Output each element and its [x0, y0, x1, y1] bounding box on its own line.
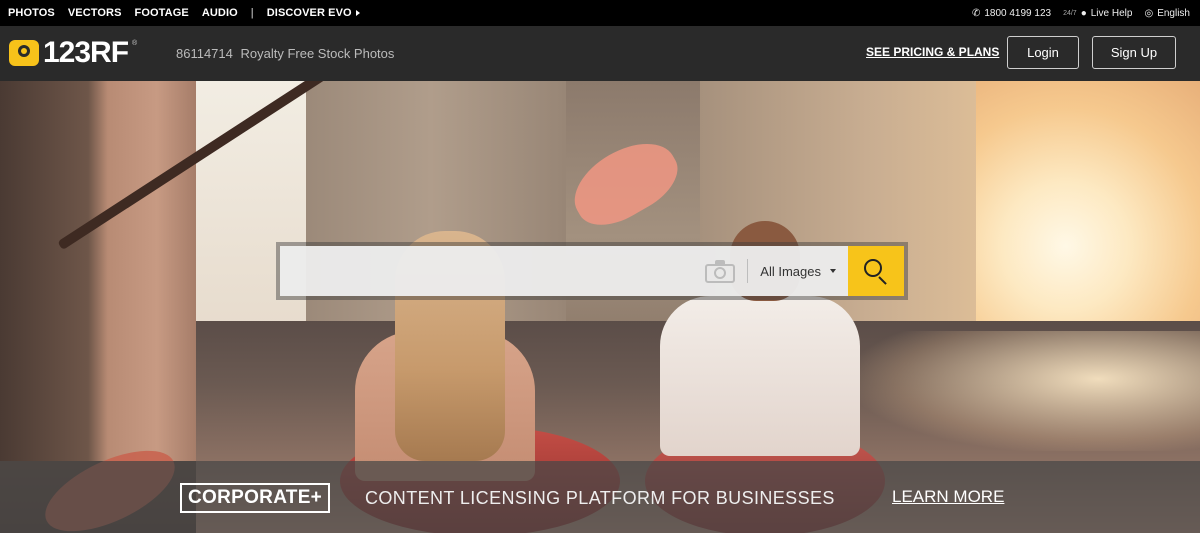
- discover-evo-label: DISCOVER EVO: [266, 7, 352, 19]
- nav-separator: |: [250, 7, 254, 19]
- page-bottom-strip: [0, 533, 1200, 542]
- nav-photos[interactable]: PHOTOS: [8, 7, 55, 19]
- phone-number: 1800 4199 123: [984, 7, 1052, 19]
- caret-down-icon: [830, 269, 836, 273]
- top-utility-bar: PHOTOS VECTORS FOOTAGE AUDIO | DISCOVER …: [0, 0, 1200, 26]
- concrete-pillar: [0, 81, 196, 461]
- camera-icon[interactable]: [705, 259, 736, 283]
- chevron-right-icon: [355, 10, 360, 16]
- stock-count: 86114714: [176, 46, 233, 61]
- globe-icon: ◎: [1144, 7, 1154, 19]
- phone-contact[interactable]: ✆ 1800 4199 123: [972, 8, 1051, 19]
- category-label: All Images: [760, 263, 821, 279]
- nav-vectors[interactable]: VECTORS: [68, 7, 122, 19]
- search-icon: [863, 258, 889, 285]
- search-divider: [747, 259, 749, 283]
- site-logo[interactable]: 123RF ®: [9, 38, 137, 68]
- water-glare: [860, 331, 1200, 451]
- top-utilities: ✆ 1800 4199 123 24/7 ● Live Help ◎ Engli…: [972, 8, 1190, 19]
- category-dropdown[interactable]: All Images: [760, 264, 836, 279]
- pricing-link[interactable]: SEE PRICING & PLANS: [866, 45, 999, 59]
- nav-audio[interactable]: AUDIO: [202, 7, 238, 19]
- man-figure: [660, 296, 860, 456]
- header-tagline: 86114714 Royalty Free Stock Photos: [176, 46, 394, 61]
- nav-discover-evo[interactable]: DISCOVER EVO: [267, 7, 360, 19]
- corporate-banner: CORPORATE+ CONTENT LICENSING PLATFORM FO…: [0, 461, 1200, 533]
- signup-button[interactable]: Sign Up: [1092, 36, 1176, 69]
- learn-more-link[interactable]: LEARN MORE: [892, 487, 1004, 507]
- top-nav: PHOTOS VECTORS FOOTAGE AUDIO | DISCOVER …: [8, 7, 360, 19]
- search-icon-handle: [878, 276, 887, 285]
- search-box: All Images: [280, 246, 904, 296]
- live-help-prefix: 24/7: [1063, 9, 1077, 17]
- search-bar: All Images: [276, 242, 908, 300]
- search-input[interactable]: [280, 246, 706, 296]
- site-header: 123RF ® 86114714 Royalty Free Stock Phot…: [0, 26, 1200, 81]
- tagline-text: Royalty Free Stock Photos: [240, 46, 395, 61]
- corporate-plus-badge[interactable]: CORPORATE+: [180, 483, 331, 513]
- phone-icon: ✆: [971, 7, 981, 19]
- nav-footage[interactable]: FOOTAGE: [135, 7, 189, 19]
- corporate-banner-text: CONTENT LICENSING PLATFORM FOR BUSINESSE…: [365, 488, 835, 508]
- search-icon-ring: [864, 259, 882, 277]
- live-help-link[interactable]: 24/7 ● Live Help: [1063, 8, 1132, 19]
- live-help-label: Live Help: [1090, 7, 1133, 19]
- login-button[interactable]: Login: [1007, 36, 1079, 69]
- language-selector[interactable]: ◎ English: [1144, 8, 1190, 19]
- chat-bubble-icon: ●: [1080, 7, 1087, 19]
- search-button[interactable]: [848, 246, 904, 296]
- logo-text: 123RF: [43, 36, 129, 69]
- logo-registered-mark: ®: [132, 40, 138, 47]
- logo-badge-icon: [9, 40, 39, 66]
- language-label: English: [1157, 7, 1190, 19]
